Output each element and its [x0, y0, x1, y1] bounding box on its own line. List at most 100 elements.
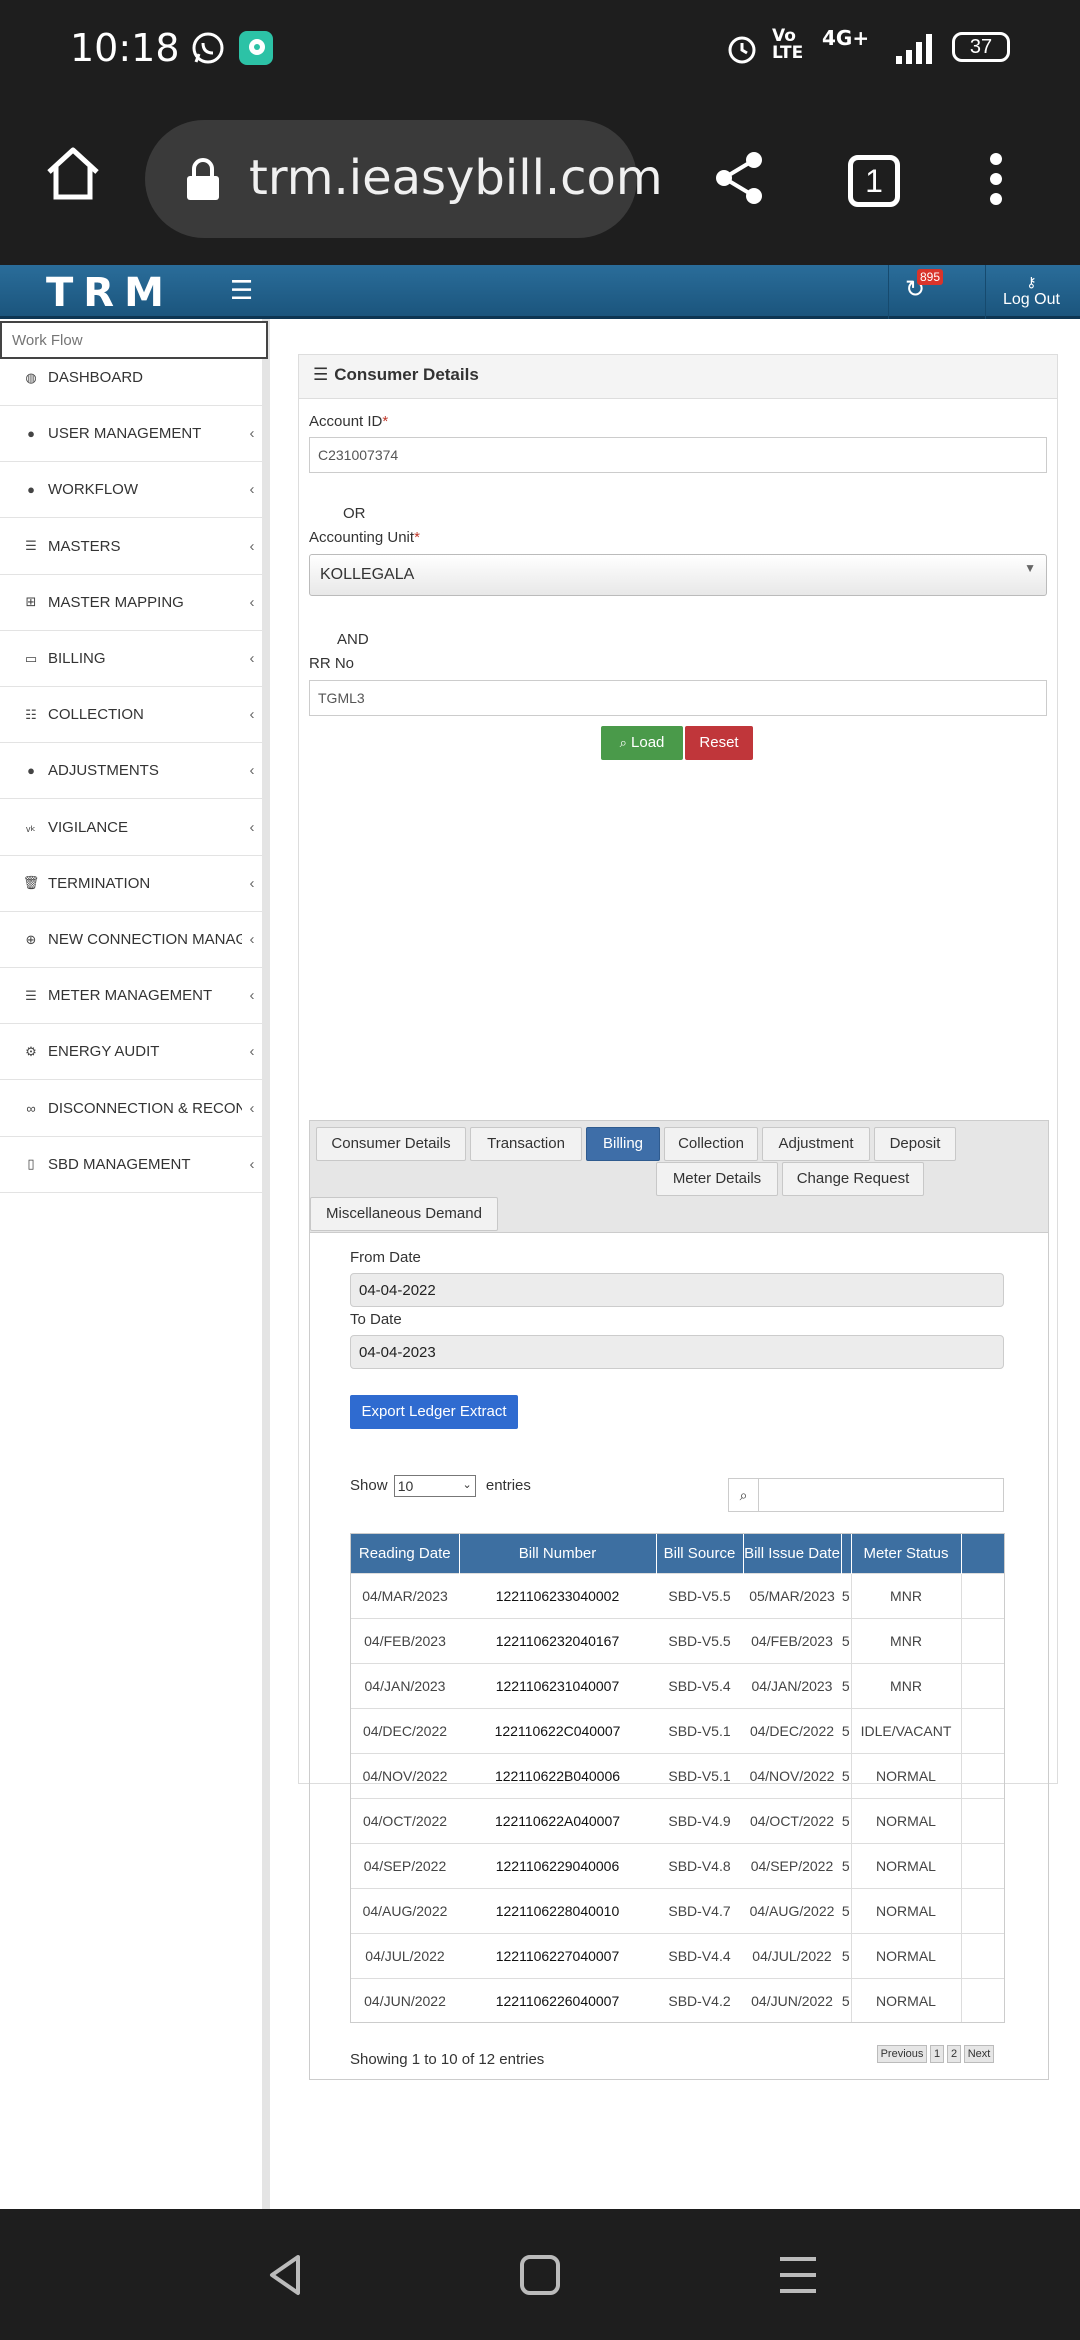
- page-size-select[interactable]: 10 ⌄: [393, 1475, 476, 1497]
- table-cell: NORMAL: [850, 1887, 962, 1933]
- tab-transaction[interactable]: Transaction: [470, 1127, 582, 1161]
- home-nav-icon[interactable]: [512, 2247, 568, 2303]
- billing-table: Reading Date Bill Number Bill Source Bill I…: [350, 1533, 1005, 2023]
- tab-collection[interactable]: Collection: [664, 1127, 758, 1161]
- table-row[interactable]: 04/FEB/2023 1221106232040167 SBD-V5.5 04/FE…: [351, 1617, 1004, 1663]
- tab-billing[interactable]: Billing: [586, 1127, 660, 1161]
- sidebar-item-adjustments[interactable]: ● ADJUSTMENTS ‹: [0, 743, 262, 800]
- system-nav-bar: [0, 2209, 1080, 2340]
- pager-previous[interactable]: Previous: [877, 2045, 927, 2063]
- table-cell: SBD-V5.1: [656, 1707, 743, 1753]
- table-row[interactable]: 04/JAN/2023 1221106231040007 SBD-V5.4 04/JA…: [351, 1662, 1004, 1708]
- logout-button[interactable]: ⚷ Log Out: [1003, 273, 1060, 309]
- table-row[interactable]: 04/AUG/2022 1221106228040010 SBD-V4.7 04/AU…: [351, 1887, 1004, 1933]
- sidebar-item-energy-audit[interactable]: ⚙ ENERGY AUDIT ‹: [0, 1024, 262, 1081]
- table-cell: SBD-V5.1: [656, 1752, 743, 1798]
- column-header[interactable]: Reading Date: [351, 1534, 460, 1573]
- from-date-input[interactable]: 04-04-2022: [350, 1273, 1004, 1307]
- sidebar-item-masters[interactable]: ☰ MASTERS ‹: [0, 519, 262, 575]
- column-header[interactable]: Bill Source: [656, 1534, 744, 1573]
- menu-toggle-icon[interactable]: ☰: [230, 275, 253, 306]
- sidebar-item-termination[interactable]: 🗑 TERMINATION ‹: [0, 856, 262, 912]
- key-icon: ⚷: [1026, 274, 1037, 290]
- search-icon[interactable]: ⌕: [729, 1479, 759, 1511]
- home-icon[interactable]: [44, 145, 102, 203]
- sidebar-item-label: SBD MANAGEMENT: [48, 1155, 191, 1173]
- pager-next[interactable]: Next: [964, 2045, 994, 2063]
- chevron-left-icon: ‹: [249, 650, 255, 667]
- sidebar-item-disconnection-reconn[interactable]: ∞ DISCONNECTION & RECONN... ‹: [0, 1081, 262, 1137]
- load-button[interactable]: ⌕ Load: [601, 726, 683, 760]
- recents-icon[interactable]: [770, 2247, 826, 2303]
- table-cell: 05/MAR/2023: [743, 1572, 841, 1618]
- accounting-unit-select[interactable]: KOLLEGALA ▼: [309, 554, 1047, 596]
- sidebar-item-billing[interactable]: ▭ BILLING ‹: [0, 631, 262, 687]
- chevron-left-icon: ‹: [249, 593, 255, 611]
- table-row[interactable]: 04/NOV/2022 122110622B040006 SBD-V5.1 04/NO…: [351, 1752, 1004, 1798]
- table-summary: Showing 1 to 10 of 12 entries: [350, 2051, 545, 2068]
- to-date-input[interactable]: 04-04-2023: [350, 1335, 1004, 1369]
- sidebar-item-user-management[interactable]: ● USER MANAGEMENT ‹: [0, 406, 262, 463]
- sidebar-item-meter-management[interactable]: ☰ METER MANAGEMENT ‹: [0, 968, 262, 1025]
- tab-adjustment[interactable]: Adjustment: [762, 1127, 870, 1161]
- table-header-row: Reading Date Bill Number Bill Source Bill I…: [351, 1534, 1004, 1573]
- back-icon[interactable]: [258, 2247, 314, 2303]
- sidebar-item-new-connection-manage[interactable]: ⊕ NEW CONNECTION MANAGE... ‹: [0, 912, 262, 968]
- chevron-left-icon: ‹: [249, 1043, 255, 1061]
- table-cell: 1221106231040007: [459, 1662, 656, 1708]
- pager-page-1[interactable]: 1: [930, 2045, 944, 2063]
- reset-button[interactable]: Reset: [685, 726, 753, 760]
- sidebar-item-vigilance[interactable]: ᵥₖ VIGILANCE ‹: [0, 800, 262, 856]
- table-cell: 5: [841, 1977, 851, 2022]
- table-cell: NORMAL: [850, 1977, 962, 2022]
- column-header[interactable]: F: [961, 1534, 1004, 1573]
- table-row[interactable]: 04/MAR/2023 1221106233040002 SBD-V5.5 05/MA…: [351, 1572, 1004, 1618]
- export-ledger-button[interactable]: Export Ledger Extract: [350, 1395, 518, 1429]
- table-cell: SBD-V4.4: [656, 1932, 743, 1978]
- table-cell: MNR: [850, 1617, 962, 1663]
- link-icon: ∞: [26, 1100, 36, 1116]
- table-cell: 04/NOV/2022: [743, 1752, 841, 1798]
- sidebar-item-collection[interactable]: ☷ COLLECTION ‹: [0, 687, 262, 744]
- chevron-left-icon: ‹: [249, 874, 255, 892]
- table-cell: 5: [841, 1617, 851, 1663]
- url-bar[interactable]: trm.ieasybill.com: [145, 120, 663, 238]
- column-header[interactable]: [841, 1534, 852, 1573]
- table-cell: 04/JAN/2023: [743, 1662, 841, 1708]
- column-header[interactable]: Bill Issue Date: [743, 1534, 842, 1573]
- table-row[interactable]: 04/DEC/2022 122110622C040007 SBD-V5.1 04/DE…: [351, 1707, 1004, 1753]
- bars-icon: ☰: [313, 365, 329, 384]
- table-search-input[interactable]: [760, 1479, 1003, 1511]
- tab-deposit[interactable]: Deposit: [874, 1127, 956, 1161]
- chevron-left-icon: ‹: [249, 1099, 255, 1117]
- column-header[interactable]: Meter Status: [851, 1534, 962, 1573]
- tab-consumer-details[interactable]: Consumer Details: [316, 1127, 466, 1161]
- tab-change-request[interactable]: Change Request: [782, 1162, 924, 1196]
- account-id-input[interactable]: C231007374: [309, 437, 1047, 473]
- sidebar-item-master-mapping[interactable]: ⊞ MASTER MAPPING ‹: [0, 575, 262, 631]
- user-icon: ●: [27, 482, 35, 498]
- pager-page-2[interactable]: 2: [947, 2045, 961, 2063]
- table-row[interactable]: 04/JUL/2022 1221106227040007 SBD-V4.4 04/JU…: [351, 1932, 1004, 1978]
- table-row[interactable]: 04/SEP/2022 1221106229040006 SBD-V4.8 04/SE…: [351, 1842, 1004, 1888]
- list-ol-icon: ☷: [25, 706, 37, 722]
- table-cell: 04/SEP/2022: [351, 1842, 459, 1888]
- table-row[interactable]: 04/JUN/2022 1221106226040007 SBD-V4.2 04/JU…: [351, 1977, 1004, 2022]
- table-cell: 04/OCT/2022: [743, 1797, 841, 1843]
- tab-switcher-button[interactable]: 1: [848, 155, 900, 207]
- tab-meter-details[interactable]: Meter Details: [656, 1162, 778, 1196]
- sidebar-item-sbd-management[interactable]: ▯ SBD MANAGEMENT ‹: [0, 1137, 262, 1193]
- chevron-left-icon: ‹: [249, 1155, 255, 1173]
- to-date-label: To Date: [350, 1311, 402, 1328]
- table-row[interactable]: 04/OCT/2022 122110622A040007 SBD-V4.9 04/OC…: [351, 1797, 1004, 1843]
- table-cell: 04/JUN/2022: [743, 1977, 841, 2022]
- rr-no-input[interactable]: TGML3: [309, 680, 1047, 716]
- table-cell: 5: [841, 1932, 851, 1978]
- column-header[interactable]: Bill Number: [459, 1534, 657, 1573]
- share-icon[interactable]: [712, 150, 768, 206]
- sidebar-item-dashboard[interactable]: ◍ DASHBOARD: [0, 350, 262, 406]
- sidebar-item-workflow[interactable]: ● WORKFLOW ‹: [0, 462, 262, 519]
- notification-bell[interactable]: ↻ 895: [905, 269, 944, 304]
- tab-misc-demand[interactable]: Miscellaneous Demand: [310, 1197, 498, 1231]
- more-options-icon[interactable]: [986, 151, 1006, 207]
